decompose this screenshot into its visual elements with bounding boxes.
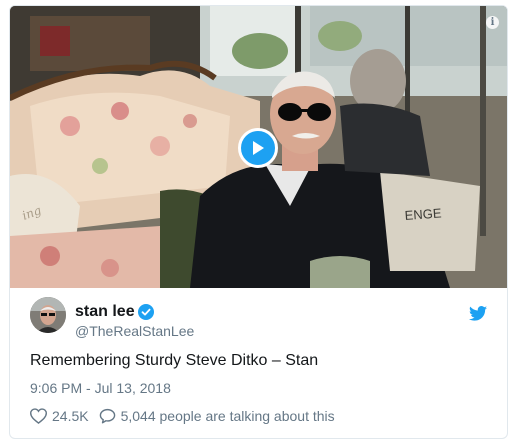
bag-lettering: ENGE <box>404 205 442 223</box>
tweet-text: Remembering Sturdy Steve Ditko – Stan <box>30 352 319 369</box>
author-handle[interactable]: @TheRealStanLee <box>75 323 194 339</box>
avatar[interactable] <box>30 297 66 333</box>
play-icon <box>253 141 264 155</box>
play-button[interactable] <box>238 128 278 168</box>
verified-badge-icon <box>138 304 154 320</box>
like-button[interactable]: 24.5K <box>30 408 89 424</box>
embedded-tweet-card[interactable]: ENGE ing i stan lee @TheRealStanLee Reme… <box>9 5 508 439</box>
video-thumbnail[interactable]: ENGE ing i <box>10 6 507 288</box>
info-icon[interactable]: i <box>486 16 499 29</box>
talking-count: 5,044 people are talking about this <box>120 408 335 424</box>
author-name[interactable]: stan lee <box>75 303 135 321</box>
heart-icon <box>30 408 47 424</box>
tweet-timestamp[interactable]: 9:06 PM - Jul 13, 2018 <box>30 380 171 396</box>
like-count: 24.5K <box>52 408 89 424</box>
speech-bubble-icon <box>99 408 115 424</box>
tweet-actions: 24.5K 5,044 people are talking about thi… <box>30 408 345 424</box>
conversation-link[interactable]: 5,044 people are talking about this <box>99 408 335 424</box>
twitter-bird-icon[interactable] <box>469 306 487 321</box>
avatar-image <box>30 297 66 333</box>
